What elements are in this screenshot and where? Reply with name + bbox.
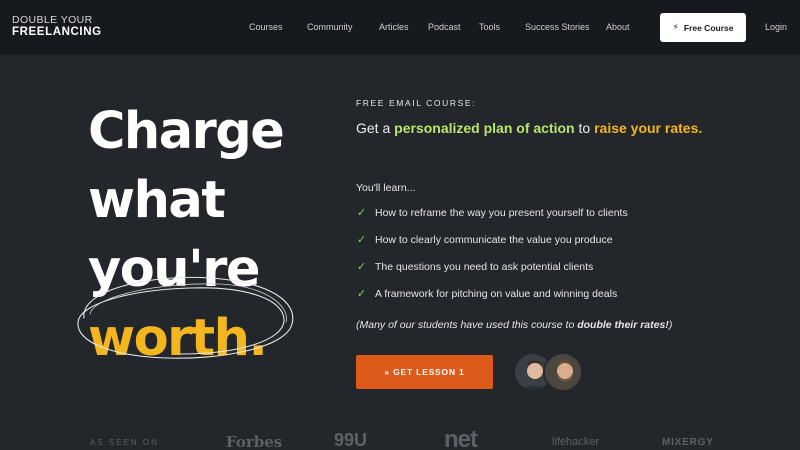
subhead-highlight-1: personalized plan of action	[394, 120, 575, 136]
nav-about[interactable]: About	[606, 22, 630, 32]
headline-line-1: Charge	[88, 102, 285, 161]
subhead-highlight-2: raise your rates.	[594, 120, 703, 136]
nav-tools[interactable]: Tools	[479, 22, 500, 32]
learn-bullet: ✓ How to reframe the way you present you…	[356, 206, 628, 220]
mixergy-logo: MIXERGY	[662, 437, 714, 448]
learn-bullet: ✓ How to clearly communicate the value y…	[356, 233, 613, 247]
nav-community[interactable]: Community	[307, 22, 353, 32]
note-after: )	[668, 319, 673, 331]
students-note: (Many of our students have used this cou…	[356, 319, 672, 331]
free-course-label: Free Course	[683, 22, 734, 33]
99u-logo: 99U	[334, 430, 368, 450]
learn-bullet: ✓ A framework for pitching on value and …	[356, 287, 618, 301]
check-icon: ✓	[356, 261, 367, 273]
bullet-text: How to reframe the way you present yours…	[375, 206, 628, 219]
free-course-button[interactable]: ⚡ Free Course	[660, 13, 746, 42]
site-logo[interactable]: DOUBLE YOUR FREELANCING	[12, 15, 102, 38]
instructor-avatar	[543, 352, 583, 392]
hero-subhead: Get a personalized plan of action to rai…	[356, 118, 716, 138]
check-icon: ✓	[356, 288, 367, 300]
logo-line-1: DOUBLE YOUR	[12, 14, 93, 26]
nav-courses[interactable]: Courses	[249, 22, 283, 32]
note-bold: double their rates!	[577, 319, 669, 331]
logo-line-2: FREELANCING	[12, 25, 102, 38]
lightning-icon: ⚡	[672, 22, 679, 32]
learn-label: You'll learn...	[356, 182, 416, 194]
headline-line-2: what	[88, 171, 226, 230]
login-link[interactable]: Login	[765, 22, 787, 32]
nav-articles[interactable]: Articles	[379, 22, 409, 32]
scribble-circle-decoration	[77, 276, 294, 359]
top-navigation: DOUBLE YOUR FREELANCING Courses Communit…	[0, 0, 800, 55]
check-icon: ✓	[356, 234, 367, 246]
as-seen-on-label: AS SEEN ON:	[90, 438, 164, 447]
subhead-part-1: Get a	[356, 120, 395, 136]
lifehacker-logo: lifehacker	[552, 436, 600, 448]
course-eyebrow: FREE EMAIL COURSE:	[356, 98, 477, 108]
nav-podcast[interactable]: Podcast	[428, 22, 461, 32]
get-lesson-1-button[interactable]: » GET LESSON 1	[356, 355, 493, 389]
learn-bullet: ✓ The questions you need to ask potentia…	[356, 260, 594, 274]
person-photo-icon	[545, 354, 581, 390]
check-icon: ✓	[356, 207, 367, 219]
nav-success-stories[interactable]: Success Stories	[525, 22, 590, 32]
bullet-text: A framework for pitching on value and wi…	[375, 287, 618, 300]
net-logo: net	[444, 426, 478, 450]
note-before: (Many of our students have used this cou…	[356, 319, 578, 331]
bullet-text: How to clearly communicate the value you…	[375, 233, 613, 246]
subhead-part-2: to	[574, 120, 595, 136]
bullet-text: The questions you need to ask potential …	[375, 260, 594, 273]
forbes-logo: Forbes	[226, 433, 283, 450]
